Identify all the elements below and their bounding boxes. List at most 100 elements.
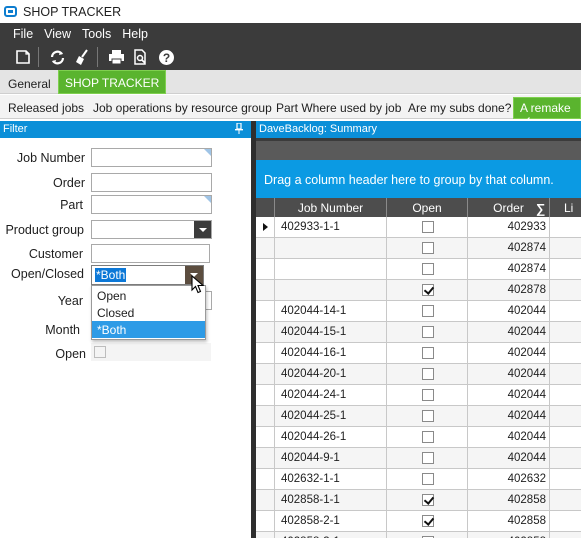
open-checkbox[interactable] xyxy=(422,347,434,359)
open-checkbox[interactable] xyxy=(422,452,434,464)
cell-job-number[interactable]: 402858-3-1 xyxy=(275,532,387,538)
column-header-job-number[interactable]: Job Number xyxy=(275,198,387,217)
cell-job-number[interactable]: 402632-1-1 xyxy=(275,469,387,490)
open-checkbox[interactable] xyxy=(422,368,434,380)
table-row[interactable]: 402044-26-1 402044 xyxy=(256,427,581,448)
table-row[interactable]: 402044-9-1 402044 xyxy=(256,448,581,469)
cell-order[interactable]: 402044 xyxy=(468,364,550,385)
open-checkbox[interactable] xyxy=(422,284,434,296)
cell-order[interactable]: 402044 xyxy=(468,343,550,364)
cell-job-number[interactable]: 402044-25-1 xyxy=(275,406,387,427)
cell-order[interactable]: 402874 xyxy=(468,259,550,280)
table-row[interactable]: 402044-15-1 402044 xyxy=(256,322,581,343)
cell-job-number[interactable] xyxy=(275,259,387,280)
column-header-line[interactable]: Li xyxy=(550,198,581,217)
cell-job-number[interactable] xyxy=(275,280,387,301)
option-closed[interactable]: Closed xyxy=(92,304,205,321)
cell-line[interactable] xyxy=(550,322,581,343)
refresh-icon[interactable] xyxy=(46,46,68,68)
tab-job-operations[interactable]: Job operations by resource group xyxy=(93,101,272,115)
cell-job-number[interactable]: 402044-24-1 xyxy=(275,385,387,406)
cell-order[interactable]: 402044 xyxy=(468,322,550,343)
find-icon[interactable] xyxy=(130,46,152,68)
row-indicator[interactable] xyxy=(256,490,275,511)
cell-line[interactable] xyxy=(550,343,581,364)
cell-line[interactable] xyxy=(550,385,581,406)
cell-order[interactable]: 402044 xyxy=(468,406,550,427)
tab-subs-done[interactable]: Are my subs done? xyxy=(408,101,511,115)
open-checkbox[interactable] xyxy=(422,431,434,443)
help-icon[interactable]: ? xyxy=(155,46,177,68)
menu-tools[interactable]: Tools xyxy=(82,27,111,41)
table-row[interactable]: 402044-25-1 402044 xyxy=(256,406,581,427)
cell-line[interactable] xyxy=(550,427,581,448)
cell-order[interactable]: 402858 xyxy=(468,532,550,538)
part-input[interactable] xyxy=(91,195,212,214)
cell-line[interactable] xyxy=(550,364,581,385)
row-indicator[interactable] xyxy=(256,322,275,343)
cell-line[interactable] xyxy=(550,259,581,280)
cell-line[interactable] xyxy=(550,532,581,538)
tab-general[interactable]: General xyxy=(0,73,59,94)
tab-shop-tracker[interactable]: SHOP TRACKER xyxy=(58,70,167,94)
cell-job-number[interactable]: 402933-1-1 xyxy=(275,217,387,238)
cell-job-number[interactable] xyxy=(275,238,387,259)
product-group-select[interactable] xyxy=(91,220,212,239)
cell-line[interactable] xyxy=(550,511,581,532)
row-indicator[interactable] xyxy=(256,343,275,364)
row-indicator[interactable] xyxy=(256,364,275,385)
cell-line[interactable] xyxy=(550,469,581,490)
table-row[interactable]: 402044-14-1 402044 xyxy=(256,301,581,322)
table-row[interactable]: 402874 xyxy=(256,259,581,280)
cell-order[interactable]: 402632 xyxy=(468,469,550,490)
cell-job-number[interactable]: 402858-2-1 xyxy=(275,511,387,532)
table-row[interactable]: 402632-1-1 402632 xyxy=(256,469,581,490)
sigma-icon[interactable]: ∑ xyxy=(536,201,545,216)
cell-order[interactable]: 402044 xyxy=(468,427,550,448)
menu-file[interactable]: File xyxy=(13,27,33,41)
open-checkbox[interactable] xyxy=(422,326,434,338)
cell-order[interactable]: 402044 xyxy=(468,301,550,322)
table-row[interactable]: 402878 xyxy=(256,280,581,301)
cell-order[interactable]: 402858 xyxy=(468,490,550,511)
cell-job-number[interactable]: 402044-9-1 xyxy=(275,448,387,469)
cell-order[interactable]: 402874 xyxy=(468,238,550,259)
cell-job-number[interactable]: 402044-20-1 xyxy=(275,364,387,385)
table-row[interactable]: 402044-24-1 402044 xyxy=(256,385,581,406)
open-checkbox[interactable] xyxy=(422,473,434,485)
cell-order[interactable]: 402878 xyxy=(468,280,550,301)
row-indicator[interactable] xyxy=(256,238,275,259)
row-indicator[interactable] xyxy=(256,532,275,538)
table-row[interactable]: 402858-2-1 402858 xyxy=(256,511,581,532)
tab-released-jobs[interactable]: Released jobs xyxy=(8,101,84,115)
chevron-down-icon[interactable] xyxy=(194,221,211,238)
cell-line[interactable] xyxy=(550,448,581,469)
row-indicator[interactable] xyxy=(256,469,275,490)
cell-line[interactable] xyxy=(550,490,581,511)
open-checkbox[interactable] xyxy=(94,346,106,358)
pin-icon[interactable] xyxy=(235,123,243,134)
table-row[interactable]: 402874 xyxy=(256,238,581,259)
customer-input[interactable] xyxy=(91,244,210,263)
order-input[interactable] xyxy=(91,173,212,192)
row-indicator[interactable] xyxy=(256,385,275,406)
table-row[interactable]: 402044-16-1 402044 xyxy=(256,343,581,364)
option-open[interactable]: Open xyxy=(92,287,205,304)
table-row[interactable]: 402858-3-1 402858 xyxy=(256,532,581,538)
open-checkbox[interactable] xyxy=(422,515,434,527)
open-checkbox[interactable] xyxy=(422,410,434,422)
cell-line[interactable] xyxy=(550,406,581,427)
open-checkbox[interactable] xyxy=(422,242,434,254)
job-number-input[interactable] xyxy=(91,148,212,167)
row-indicator[interactable] xyxy=(256,301,275,322)
row-indicator[interactable] xyxy=(256,406,275,427)
menu-view[interactable]: View xyxy=(44,27,71,41)
table-row[interactable]: 402858-1-1 402858 xyxy=(256,490,581,511)
cell-job-number[interactable]: 402858-1-1 xyxy=(275,490,387,511)
cell-line[interactable] xyxy=(550,217,581,238)
row-indicator[interactable] xyxy=(256,511,275,532)
cell-line[interactable] xyxy=(550,301,581,322)
menu-help[interactable]: Help xyxy=(122,27,148,41)
row-indicator[interactable] xyxy=(256,217,275,238)
row-indicator[interactable] xyxy=(256,448,275,469)
